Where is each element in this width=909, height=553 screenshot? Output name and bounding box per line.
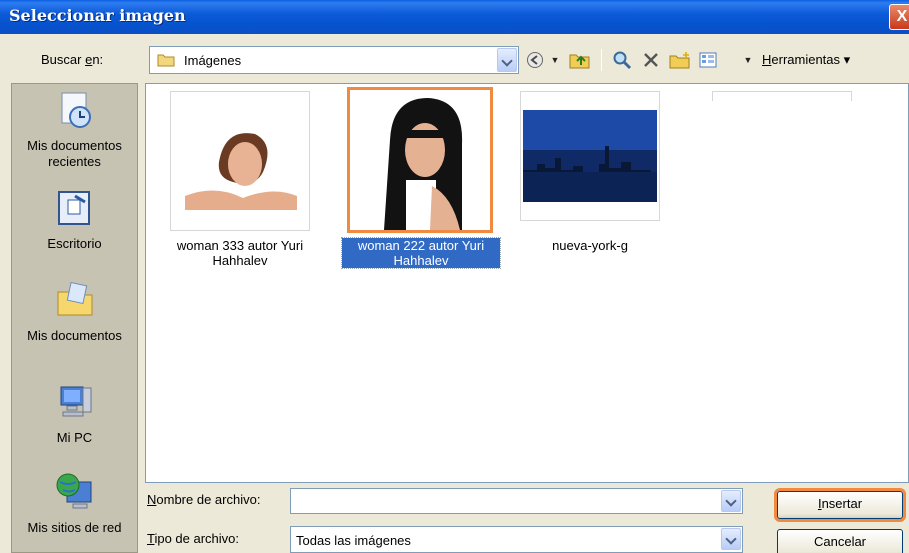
look-in-value: Imágenes: [184, 53, 242, 68]
search-web-icon: [613, 51, 632, 70]
file-list[interactable]: woman 333 autor Yuri Hahhalev woman 222 …: [145, 83, 909, 483]
my-computer-icon: [60, 386, 91, 417]
place-desktop[interactable]: Escritorio: [12, 188, 137, 252]
file-thumbnail[interactable]: [520, 91, 660, 221]
views-dropdown[interactable]: ▼: [742, 48, 754, 72]
file-thumbnail[interactable]: [347, 87, 493, 233]
insert-button[interactable]: Insertar: [774, 488, 906, 522]
back-button[interactable]: [524, 48, 546, 72]
desktop-icon: [57, 191, 90, 225]
toolbar-separator: [601, 49, 602, 71]
filetype-select[interactable]: Todas las imágenes: [290, 526, 743, 553]
chevron-down-icon[interactable]: [497, 48, 517, 72]
portrait-image-icon: [350, 90, 490, 230]
place-label: Mis sitios de red: [27, 520, 122, 535]
window-title: Seleccionar imagen: [9, 6, 186, 25]
place-my-computer[interactable]: Mi PC: [12, 382, 137, 446]
file-label-selected[interactable]: woman 222 autor Yuri Hahhalev: [341, 237, 501, 269]
portrait-image-icon: [171, 92, 309, 230]
chevron-down-icon[interactable]: [721, 528, 741, 550]
delete-button[interactable]: [640, 48, 662, 72]
recent-documents-icon: [61, 92, 91, 128]
look-in-dropdown[interactable]: Imágenes: [149, 46, 519, 74]
views-icon: [699, 52, 717, 68]
views-button[interactable]: [697, 48, 719, 72]
delete-icon: [644, 53, 658, 67]
city-image-icon: [521, 92, 659, 220]
close-button[interactable]: X: [889, 4, 909, 30]
place-label: Mis documentos: [27, 328, 122, 343]
title-bar: Seleccionar imagen X: [0, 0, 909, 34]
file-label[interactable]: woman 333 autor Yuri Hahhalev: [156, 238, 324, 268]
up-folder-button[interactable]: [568, 48, 592, 72]
back-dropdown[interactable]: ▼: [549, 48, 561, 72]
filename-input[interactable]: [290, 488, 743, 514]
folder-icon: [157, 54, 175, 67]
tools-menu[interactable]: Herramientas ▾: [762, 52, 850, 68]
new-folder-button[interactable]: [668, 48, 692, 72]
chevron-down-icon[interactable]: [721, 490, 741, 512]
network-places-icon: [56, 473, 91, 509]
my-documents-icon: [57, 281, 92, 316]
filetype-label: Tipo de archivo:: [147, 531, 240, 546]
place-label: Mis documentos recientes: [27, 138, 122, 169]
file-thumbnail[interactable]: [712, 91, 852, 101]
filename-label: Nombre de archivo:: [147, 492, 261, 507]
new-folder-icon: [669, 52, 690, 69]
search-web-button[interactable]: [610, 48, 634, 72]
places-bar: Mis documentos recientes Escritorio Mis …: [11, 83, 138, 553]
cancel-button[interactable]: Cancelar: [777, 529, 903, 553]
file-thumbnail[interactable]: [170, 91, 310, 231]
look-in-label: Buscar en:: [41, 52, 104, 67]
place-recent-documents[interactable]: Mis documentos recientes: [12, 90, 137, 170]
place-label: Mi PC: [56, 430, 93, 445]
back-icon: [527, 52, 543, 68]
up-folder-icon: [569, 54, 590, 69]
place-label: Escritorio: [47, 236, 102, 251]
place-network[interactable]: Mis sitios de red: [12, 472, 137, 536]
place-my-documents[interactable]: Mis documentos: [12, 280, 137, 344]
file-label[interactable]: nueva-york-g: [520, 238, 660, 253]
